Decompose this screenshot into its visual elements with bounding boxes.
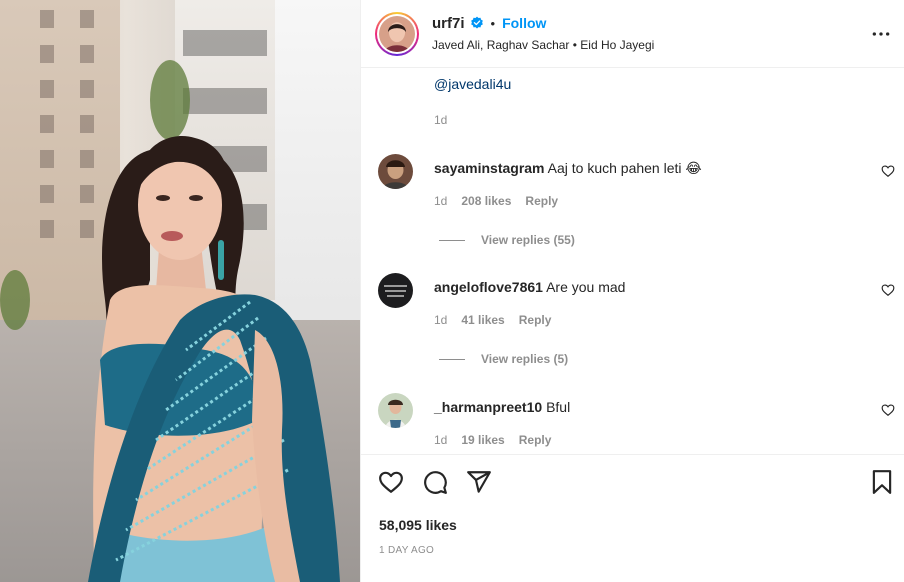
post-like-count[interactable]: 58,095 likes	[379, 517, 457, 533]
comment-body: Are you mad	[546, 279, 626, 295]
more-options-icon[interactable]	[871, 24, 891, 44]
author-avatar[interactable]	[375, 12, 419, 56]
comment-text: _harmanpreet10 Bful	[434, 399, 570, 415]
caption-mention-link[interactable]: @javedali4u	[434, 76, 511, 92]
comment-time[interactable]: 1d	[434, 313, 447, 327]
post-media[interactable]	[0, 0, 360, 582]
caption-timestamp[interactable]: 1d	[434, 113, 447, 127]
comment-likes[interactable]: 19 likes	[461, 433, 504, 447]
post-timestamp[interactable]: 1 DAY AGO	[379, 545, 434, 556]
view-replies-button[interactable]: View replies (55)	[439, 233, 575, 247]
audio-track-link[interactable]: Javed Ali, Raghav Sachar • Eid Ho Jayegi	[432, 38, 654, 52]
post-header: urf7i • Follow Javed Ali, Raghav Sachar …	[361, 0, 904, 68]
verified-badge-icon	[470, 16, 483, 29]
bookmark-icon[interactable]	[869, 469, 895, 495]
comment-text: sayaminstagram Aaj to kuch pahen leti 😂	[434, 160, 702, 177]
view-replies-label[interactable]: View replies (5)	[481, 352, 568, 366]
comment-icon[interactable]	[422, 469, 448, 495]
comment-like-heart-icon[interactable]	[881, 403, 895, 417]
share-icon[interactable]	[466, 469, 492, 495]
comments-list[interactable]: @javedali4u 1d sayaminstagram Aaj to kuc…	[361, 68, 904, 454]
comment-likes[interactable]: 41 likes	[461, 313, 504, 327]
comment-text: angeloflove7861 Are you mad	[434, 279, 625, 295]
comment-meta: 1d 41 likes Reply	[434, 313, 551, 327]
comment-body: Bful	[546, 399, 571, 415]
reply-button[interactable]: Reply	[519, 433, 552, 447]
replies-divider-line	[439, 239, 465, 241]
commenter-username[interactable]: _harmanpreet10	[434, 399, 542, 415]
comment-time[interactable]: 1d	[434, 194, 447, 208]
author-username[interactable]: urf7i	[432, 15, 465, 32]
comment-body: Aaj to kuch pahen leti 😂	[547, 160, 702, 176]
follow-button[interactable]: Follow	[502, 15, 546, 31]
commenter-username[interactable]: angeloflove7861	[434, 279, 543, 295]
comment-likes[interactable]: 208 likes	[461, 194, 511, 208]
post-actions-bar: 58,095 likes 1 DAY AGO	[361, 454, 904, 582]
comment-like-heart-icon[interactable]	[881, 283, 895, 297]
commenter-avatar[interactable]	[378, 393, 413, 428]
heart-icon[interactable]	[378, 469, 404, 495]
comment-like-heart-icon[interactable]	[881, 164, 895, 178]
woman-in-saree-figure	[88, 135, 340, 582]
header-separator: •	[490, 15, 496, 31]
post-details-panel: urf7i • Follow Javed Ali, Raghav Sachar …	[360, 0, 904, 582]
comment-meta: 1d 208 likes Reply	[434, 194, 558, 208]
commenter-username[interactable]: sayaminstagram	[434, 160, 545, 176]
comment-time[interactable]: 1d	[434, 433, 447, 447]
view-replies-button[interactable]: View replies (5)	[439, 352, 568, 366]
view-replies-label[interactable]: View replies (55)	[481, 233, 575, 247]
reply-button[interactable]: Reply	[525, 194, 558, 208]
replies-divider-line	[439, 358, 465, 360]
author-avatar-image	[379, 16, 415, 52]
comment-meta: 1d 19 likes Reply	[434, 433, 551, 447]
commenter-avatar[interactable]	[378, 154, 413, 189]
commenter-avatar[interactable]	[378, 273, 413, 308]
reply-button[interactable]: Reply	[519, 313, 552, 327]
